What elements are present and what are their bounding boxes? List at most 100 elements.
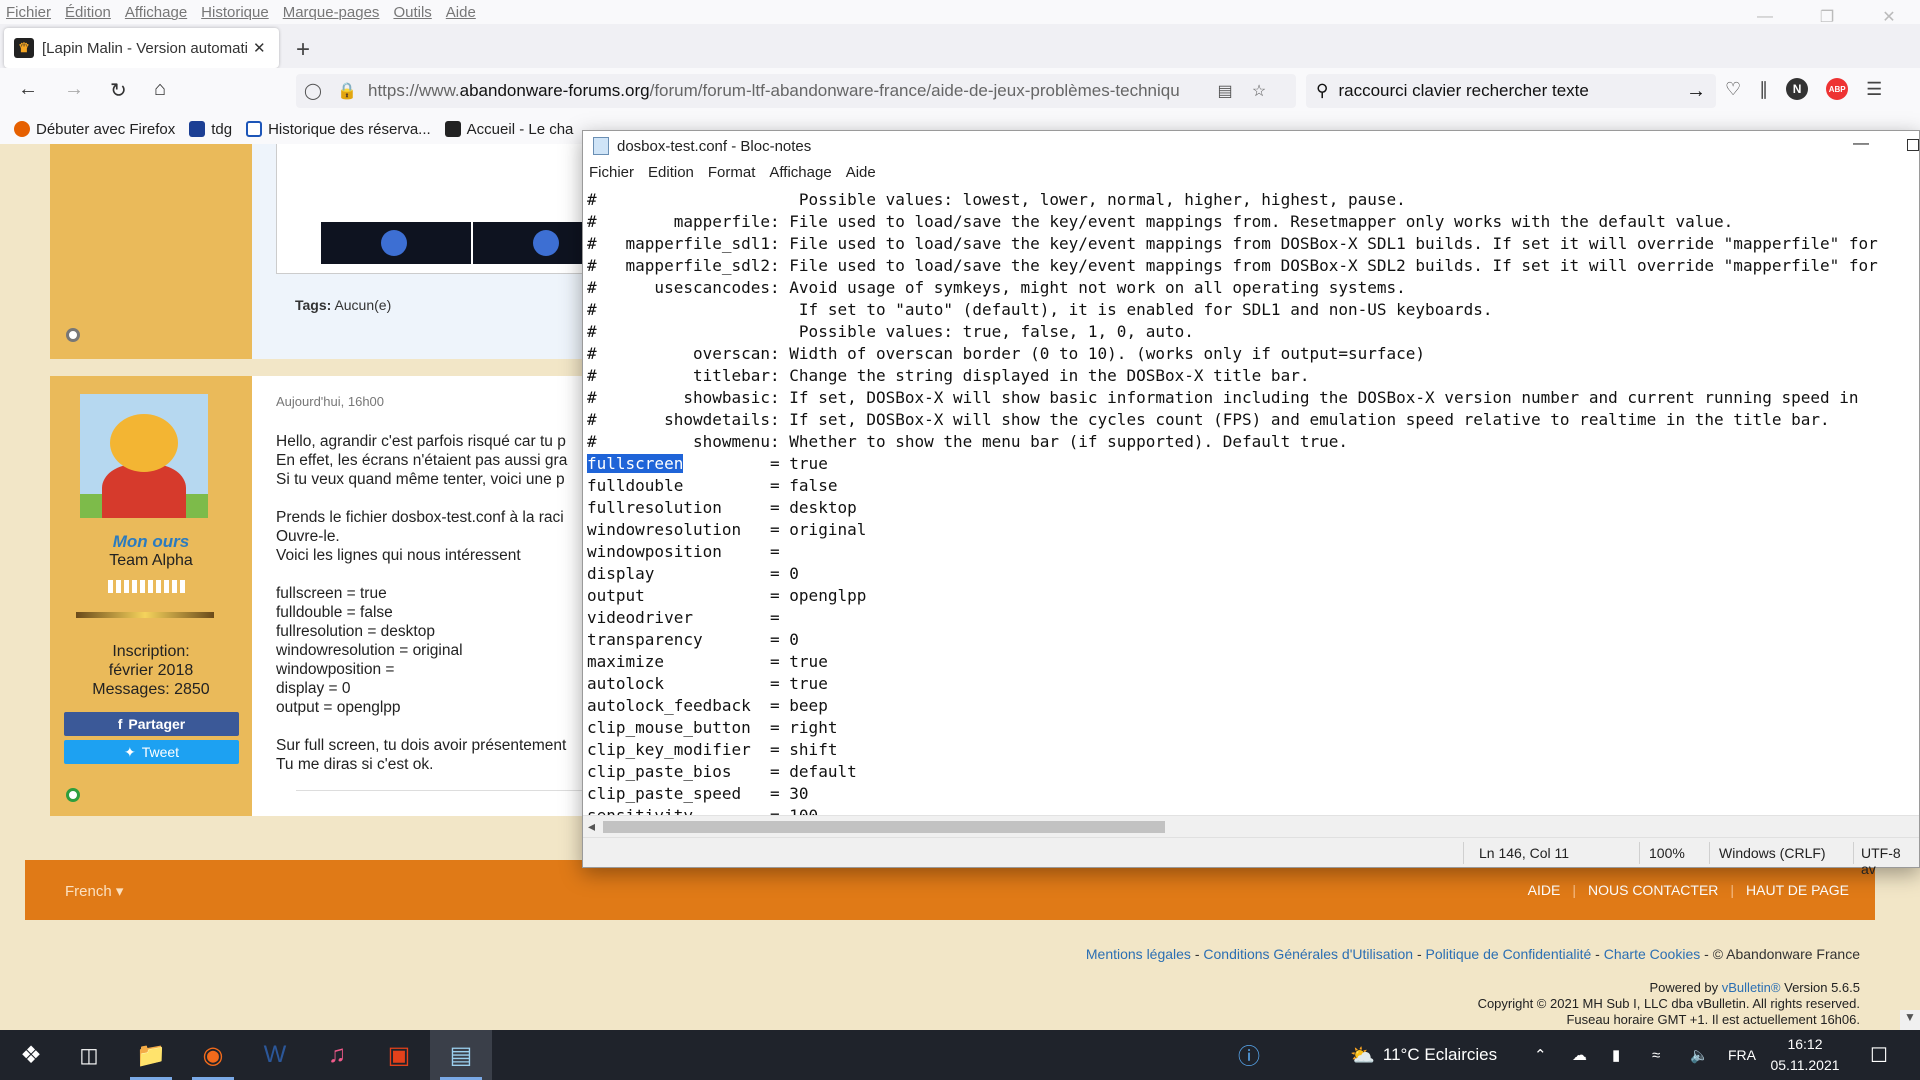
notepad-maximize-icon[interactable] xyxy=(1907,139,1919,151)
home-icon[interactable]: ⌂ xyxy=(154,78,166,101)
adblock-plus-icon[interactable]: ABP xyxy=(1826,78,1849,100)
input-language[interactable]: FRA xyxy=(1728,1030,1756,1080)
notepad-menu-affichage[interactable]: Affichage xyxy=(769,164,831,181)
text-selection[interactable]: fullscreen xyxy=(587,454,684,473)
menu-aide[interactable]: Aide xyxy=(446,4,476,21)
profile-avatar[interactable]: N xyxy=(1786,78,1809,100)
online-status-icon xyxy=(66,788,80,802)
notepad-taskbar-icon[interactable]: ▤ xyxy=(430,1030,492,1080)
new-tab-button[interactable]: + xyxy=(296,36,310,64)
bookmark-tdg[interactable]: tdg xyxy=(189,121,232,138)
user-name[interactable]: Mon ours xyxy=(50,532,252,552)
tracking-shield-icon[interactable]: ◯ xyxy=(296,81,330,101)
site-favicon-icon: ♛ xyxy=(14,38,34,58)
twitter-icon: ✦ xyxy=(123,743,136,760)
screenshot-thumbnail[interactable] xyxy=(321,222,471,264)
toolbar-icons: ♡ ∥ N ABP ☰ xyxy=(1725,78,1882,100)
search-bar[interactable]: ⚲ raccourci clavier rechercher texte → xyxy=(1306,74,1716,108)
cursor-position: Ln 146, Col 11 xyxy=(1479,845,1570,861)
battery-icon[interactable]: ▮ xyxy=(1612,1030,1620,1080)
notepad-menu-format[interactable]: Format xyxy=(708,164,756,181)
post-divider xyxy=(296,790,586,791)
notepad-text-area[interactable]: # Possible values: lowest, lower, normal… xyxy=(587,189,1917,815)
tab-title: [Lapin Malin - Version automati xyxy=(42,39,247,57)
vbulletin-link[interactable]: vBulletin® xyxy=(1722,980,1781,995)
menu-fichier[interactable]: Fichier xyxy=(6,4,51,21)
post-date: Aujourd'hui, 16h00 xyxy=(276,394,385,409)
office-icon[interactable]: ▣ xyxy=(368,1030,430,1080)
post-text: Hello, agrandir c'est parfois risqué car… xyxy=(276,433,568,773)
bookmark-firefox[interactable]: Débuter avec Firefox xyxy=(14,121,175,138)
reload-icon[interactable]: ↻ xyxy=(110,78,127,103)
link-mentions[interactable]: Mentions légales xyxy=(1086,946,1191,962)
scrollbar-thumb[interactable] xyxy=(603,821,1165,833)
language-selector[interactable]: French ▾ xyxy=(65,882,123,900)
copyright-label: © Abandonware France xyxy=(1712,946,1860,962)
silhouette-icon xyxy=(444,121,461,137)
forward-icon[interactable]: → xyxy=(64,78,84,101)
notepad-menu-edition[interactable]: Edition xyxy=(648,164,694,181)
bookmark-star-icon[interactable]: ☆ xyxy=(1242,81,1276,101)
hamburger-menu-icon[interactable]: ☰ xyxy=(1866,79,1882,100)
url-text[interactable]: https://www.abandonware-forums.org/forum… xyxy=(368,81,1208,101)
tweet-button[interactable]: ✦ Tweet xyxy=(64,740,239,764)
link-cookies[interactable]: Charte Cookies xyxy=(1604,946,1701,962)
page-scroll-down-icon[interactable]: ▼ xyxy=(1900,1010,1920,1030)
menu-historique[interactable]: Historique xyxy=(201,4,269,21)
notepad-title: dosbox-test.conf - Bloc-notes xyxy=(617,137,812,155)
timezone-text: Fuseau horaire GMT +1. Il est actuelleme… xyxy=(1566,1012,1860,1027)
taskbar-clock[interactable]: 16:12 05.11.2021 xyxy=(1760,1034,1850,1076)
back-icon[interactable]: ← xyxy=(18,78,38,101)
document-icon xyxy=(246,121,263,137)
file-explorer-icon[interactable]: 📁 xyxy=(120,1030,182,1080)
firefox-menubar: Fichier Édition Affichage Historique Mar… xyxy=(0,0,1920,24)
volume-icon[interactable]: 🔈 xyxy=(1690,1030,1709,1080)
scroll-left-icon[interactable]: ◂ xyxy=(588,818,595,835)
itunes-icon[interactable]: ♫ xyxy=(306,1030,368,1080)
weather-widget[interactable]: ⛅ 11°C Eclaircies xyxy=(1350,1030,1497,1080)
footer-link-top[interactable]: HAUT DE PAGE xyxy=(1746,882,1849,898)
onedrive-icon[interactable]: ☁ xyxy=(1572,1030,1587,1080)
firefox-taskbar-icon[interactable]: ◉ xyxy=(182,1030,244,1080)
search-input[interactable]: raccourci clavier rechercher texte xyxy=(1338,81,1588,101)
windows-start-icon[interactable]: ❖ xyxy=(0,1030,62,1080)
pocket-icon[interactable]: ♡ xyxy=(1725,79,1741,100)
menu-affichage[interactable]: Affichage xyxy=(125,4,187,21)
user-avatar[interactable] xyxy=(80,394,208,518)
menu-outils[interactable]: Outils xyxy=(393,4,431,21)
footer-link-aide[interactable]: AIDE xyxy=(1528,882,1561,898)
lock-icon[interactable]: 🔒 xyxy=(330,81,364,101)
tab-lapin-malin[interactable]: ♛ [Lapin Malin - Version automati ✕ xyxy=(4,28,279,68)
url-bar[interactable]: ◯ 🔒 https://www.abandonware-forums.org/f… xyxy=(296,74,1296,108)
help-icon[interactable]: ⓘ xyxy=(1238,1030,1260,1080)
menu-edition[interactable]: Édition xyxy=(65,4,111,21)
bookmark-accueil[interactable]: Accueil - Le cha xyxy=(444,121,573,138)
notepad-minimize-icon[interactable]: — xyxy=(1853,135,1869,153)
library-icon[interactable]: ∥ xyxy=(1759,79,1768,100)
notepad-icon xyxy=(593,137,609,155)
facebook-share-button[interactable]: f Partager xyxy=(64,712,239,736)
tray-chevron-icon[interactable]: ⌃ xyxy=(1534,1030,1547,1080)
copyright-text: Copyright © 2021 MH Sub I, LLC dba vBull… xyxy=(1477,996,1860,1011)
reader-view-icon[interactable]: ▤ xyxy=(1208,81,1242,101)
footer-bar: French ▾ AIDE | NOUS CONTACTER | HAUT DE… xyxy=(25,860,1875,920)
horizontal-scrollbar[interactable]: ◂ xyxy=(583,815,1919,837)
link-cgu[interactable]: Conditions Générales d'Utilisation xyxy=(1203,946,1413,962)
notepad-statusbar: Ln 146, Col 11 100% Windows (CRLF) UTF-8… xyxy=(583,837,1919,877)
firefox-icon xyxy=(14,121,30,137)
notepad-menu-fichier[interactable]: Fichier xyxy=(589,164,634,181)
notepad-titlebar[interactable]: dosbox-test.conf - Bloc-notes — xyxy=(583,131,1919,161)
notepad-menu-aide[interactable]: Aide xyxy=(846,164,876,181)
task-view-icon[interactable]: ◫ xyxy=(58,1030,120,1080)
search-go-icon[interactable]: → xyxy=(1686,80,1706,103)
wifi-icon[interactable]: ≈ xyxy=(1652,1030,1660,1080)
notifications-icon[interactable]: ☐ xyxy=(1870,1030,1888,1080)
bookmark-historique[interactable]: Historique des réserva... xyxy=(246,121,431,138)
reputation-pips xyxy=(108,580,185,593)
footer-link-contact[interactable]: NOUS CONTACTER xyxy=(1588,882,1718,898)
word-icon[interactable]: W xyxy=(244,1030,306,1080)
tab-close-icon[interactable]: ✕ xyxy=(253,39,266,57)
menu-marque-pages[interactable]: Marque-pages xyxy=(283,4,380,21)
windows-taskbar: ❖ ◫ 📁 ◉ W ♫ ▣ ▤ ⓘ ⛅ 11°C Eclaircies ⌃ ☁ … xyxy=(0,1030,1920,1080)
link-privacy[interactable]: Politique de Confidentialité xyxy=(1426,946,1592,962)
